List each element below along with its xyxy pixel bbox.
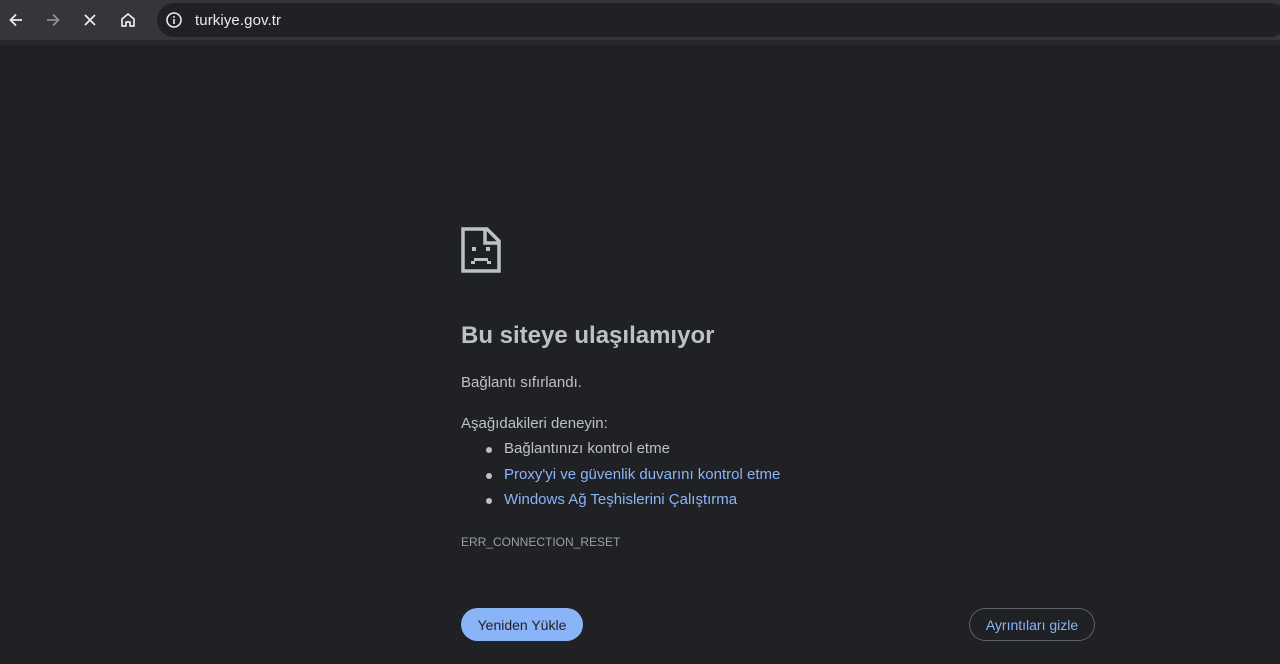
address-bar[interactable]: turkiye.gov.tr (157, 3, 1280, 37)
stop-button[interactable] (74, 4, 106, 36)
back-button[interactable] (0, 4, 32, 36)
details-button[interactable]: Ayrıntıları gizle (969, 608, 1095, 641)
home-button[interactable] (112, 4, 144, 36)
suggestion-run-diagnostics: Windows Ağ Teşhislerini Çalıştırma (461, 490, 780, 516)
suggestion-check-connection: Bağlantınızı kontrol etme (461, 439, 780, 465)
close-icon (82, 12, 98, 28)
back-arrow-icon (7, 11, 25, 29)
info-icon[interactable] (157, 3, 191, 37)
suggestion-list: Bağlantınızı kontrol etme Proxy'yi ve gü… (461, 439, 780, 516)
error-title: Bu siteye ulaşılamıyor (461, 322, 715, 349)
run-diagnostics-link[interactable]: Windows Ağ Teşhislerini Çalıştırma (504, 491, 737, 508)
sad-page-icon (461, 227, 501, 278)
error-description: Bağlantı sıfırlandı. (461, 374, 582, 391)
check-proxy-link[interactable]: Proxy'yi ve güvenlik duvarını kontrol et… (504, 466, 780, 483)
url-text: turkiye.gov.tr (195, 11, 282, 29)
error-page: Bu siteye ulaşılamıyor Bağlantı sıfırlan… (0, 45, 1280, 664)
suggestion-check-proxy: Proxy'yi ve güvenlik duvarını kontrol et… (461, 465, 780, 491)
browser-toolbar: turkiye.gov.tr (0, 0, 1280, 45)
forward-arrow-icon (44, 11, 62, 29)
try-heading: Aşağıdakileri deneyin: (461, 415, 608, 432)
home-icon (119, 11, 137, 29)
error-code: ERR_CONNECTION_RESET (461, 535, 621, 549)
forward-button[interactable] (37, 4, 69, 36)
reload-button[interactable]: Yeniden Yükle (461, 608, 583, 641)
